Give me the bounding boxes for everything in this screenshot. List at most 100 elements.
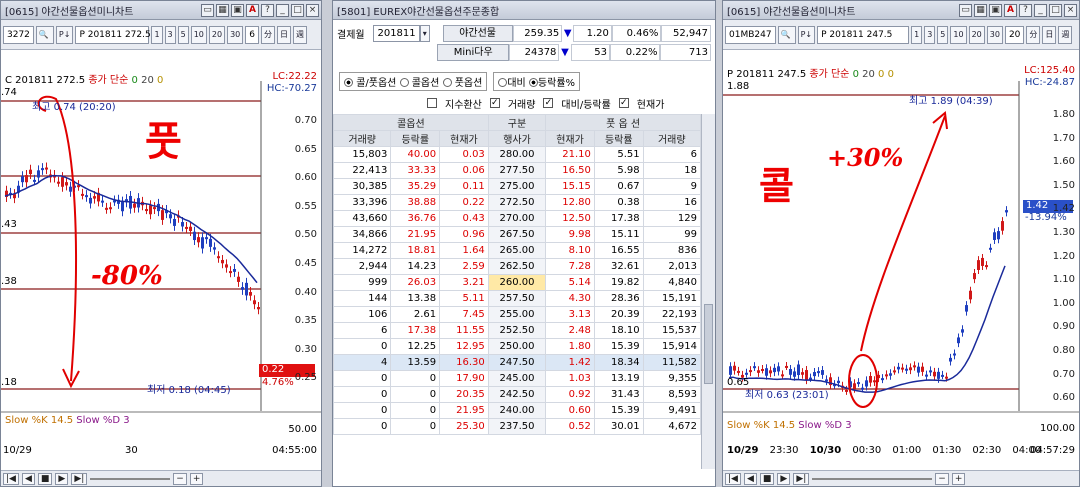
zoom-in-icon[interactable]: + (189, 472, 204, 485)
right-last-icon[interactable]: ▶| (793, 472, 810, 485)
option-cell[interactable]: 267.50 (487, 226, 547, 243)
option-cell[interactable]: 6 (333, 322, 392, 339)
radio-call[interactable] (399, 77, 409, 87)
expiry-select[interactable]: 201811 (373, 25, 420, 42)
option-row[interactable]: 0 0 17.90 245.00 1.03 13.19 9,355 (333, 370, 702, 387)
right-titlebar[interactable]: [0615] 야간선물옵션미니차트 ▭ ▦ ▣ A ? _ □ × (723, 1, 1079, 20)
right-period-10[interactable]: 10 (950, 25, 967, 44)
option-cell[interactable]: 2.59 (439, 258, 489, 275)
option-cell[interactable]: 16.50 (545, 162, 595, 179)
option-cell[interactable]: 257.50 (487, 290, 547, 307)
option-row[interactable]: 0 0 21.95 240.00 0.60 15.39 9,491 (333, 402, 702, 419)
option-cell[interactable]: 9.98 (545, 226, 595, 243)
option-cell[interactable]: 0 (333, 370, 392, 387)
last-icon[interactable]: ▶| (71, 472, 88, 485)
right-question-icon[interactable]: ? (1019, 3, 1032, 17)
option-cell[interactable]: 14,272 (333, 242, 392, 259)
option-cell[interactable]: 31.43 (593, 386, 644, 403)
option-cell[interactable]: 17.38 (593, 210, 644, 227)
option-row[interactable]: 144 13.38 5.11 257.50 4.30 28.36 15,191 (333, 290, 702, 307)
option-cell[interactable]: 21.95 (390, 226, 441, 243)
option-cell[interactable]: 0 (333, 338, 392, 355)
close-icon[interactable]: × (306, 3, 319, 17)
option-cell[interactable]: 272.50 (487, 194, 547, 211)
period-20-button[interactable]: 20 (208, 25, 226, 44)
right-prev-icon[interactable]: ◀ (743, 472, 757, 485)
option-cell[interactable]: 30,385 (333, 178, 392, 195)
option-cell[interactable]: 36.76 (390, 210, 441, 227)
option-cell[interactable]: 19.82 (593, 274, 644, 291)
option-cell[interactable]: 33.33 (390, 162, 441, 179)
right-period-5[interactable]: 5 (937, 25, 949, 44)
right-maximize-icon[interactable]: □ (1049, 3, 1062, 17)
option-cell[interactable]: 0.43 (439, 210, 489, 227)
option-cell[interactable]: 0 (333, 402, 392, 419)
option-cell[interactable]: 12.25 (390, 338, 441, 355)
option-row[interactable]: 34,866 21.95 0.96 267.50 9.98 15.11 99 (333, 226, 702, 243)
option-cell[interactable]: 25.30 (439, 418, 489, 435)
help-icon[interactable]: A (246, 3, 259, 17)
option-cell[interactable]: 18.81 (390, 242, 441, 259)
right-layout-icon[interactable]: ▭ (959, 3, 972, 17)
option-cell[interactable]: 5.14 (545, 274, 595, 291)
option-row[interactable]: 14,272 18.81 1.64 265.00 8.10 16.55 836 (333, 242, 702, 259)
right-first-icon[interactable]: |◀ (725, 472, 741, 485)
option-cell[interactable]: 13.19 (593, 370, 644, 387)
option-cell[interactable]: 16.30 (439, 354, 489, 371)
search-icon[interactable]: 🔍 (35, 25, 54, 44)
right-close-icon[interactable]: × (1064, 3, 1077, 17)
right-week-button[interactable]: 週 (1058, 25, 1073, 44)
right-zoom-slider[interactable] (812, 477, 933, 480)
code-field[interactable]: 3272 (3, 25, 34, 44)
right-zoom-out-icon[interactable]: − (935, 472, 949, 485)
right-grid-icon[interactable]: ▦ (974, 3, 987, 17)
option-cell[interactable]: 33,396 (333, 194, 392, 211)
right-help-icon[interactable]: A (1004, 3, 1017, 17)
right-zoom-in-icon[interactable]: + (951, 472, 966, 485)
right-tick-button[interactable]: 分 (1026, 25, 1041, 44)
option-cell[interactable]: 0.92 (545, 386, 595, 403)
option-cell[interactable]: 999 (333, 274, 392, 291)
right-period-1[interactable]: 1 (911, 25, 923, 44)
left-nav-bar[interactable]: |◀ ◀ ■ ▶ ▶| − + (1, 470, 321, 486)
radio-diff[interactable] (498, 77, 508, 87)
right-compare-icon[interactable]: P↓ (797, 25, 816, 44)
option-cell[interactable]: 106 (333, 306, 392, 323)
question-icon[interactable]: ? (261, 3, 274, 17)
option-cell[interactable]: 0.38 (593, 194, 644, 211)
option-cell[interactable]: 20.35 (439, 386, 489, 403)
tick-button[interactable]: 分 (261, 25, 276, 44)
option-cell[interactable]: 15,191 (642, 290, 702, 307)
option-cell[interactable]: 18 (642, 162, 702, 179)
option-cell[interactable]: 280.00 (487, 146, 547, 163)
option-cell[interactable]: 3.13 (545, 306, 595, 323)
option-cell[interactable]: 38.88 (390, 194, 441, 211)
right-code-field[interactable]: 01MB247 (725, 25, 776, 44)
option-cell[interactable]: 5.11 (439, 290, 489, 307)
option-cell[interactable]: 30.01 (593, 418, 644, 435)
right-period-30[interactable]: 30 (986, 25, 1003, 44)
option-cell[interactable]: 9 (642, 178, 702, 195)
option-cell[interactable]: 0 (390, 418, 441, 435)
option-cell[interactable]: 0.03 (439, 146, 489, 163)
period-1-button[interactable]: 1 (151, 25, 163, 44)
option-cell[interactable]: 0 (390, 386, 441, 403)
check-price[interactable]: ✓ (618, 98, 629, 108)
right-period-3[interactable]: 3 (924, 25, 936, 44)
right-lock-icon[interactable]: ▣ (989, 3, 1002, 17)
option-cell[interactable]: 3.21 (439, 274, 489, 291)
board-scrollbar[interactable] (701, 114, 715, 469)
option-cell[interactable]: 0.60 (545, 402, 595, 419)
option-cell[interactable]: 836 (642, 242, 702, 259)
mid-titlebar[interactable]: [5801] EUREX야간선물옵션주문종합 (333, 1, 715, 20)
option-cell[interactable]: 255.00 (487, 306, 547, 323)
expiry-dropdown-icon[interactable]: ▾ (419, 25, 430, 42)
day-button[interactable]: 日 (277, 25, 292, 44)
option-cell[interactable]: 260.00 (487, 274, 547, 291)
option-row[interactable]: 999 26.03 3.21 260.00 5.14 19.82 4,840 (333, 274, 702, 291)
option-cell[interactable]: 6 (642, 146, 702, 163)
option-cell[interactable]: 237.50 (487, 418, 547, 435)
option-cell[interactable]: 277.50 (487, 162, 547, 179)
option-cell[interactable]: 262.50 (487, 258, 547, 275)
option-cell[interactable]: 15.15 (545, 178, 595, 195)
